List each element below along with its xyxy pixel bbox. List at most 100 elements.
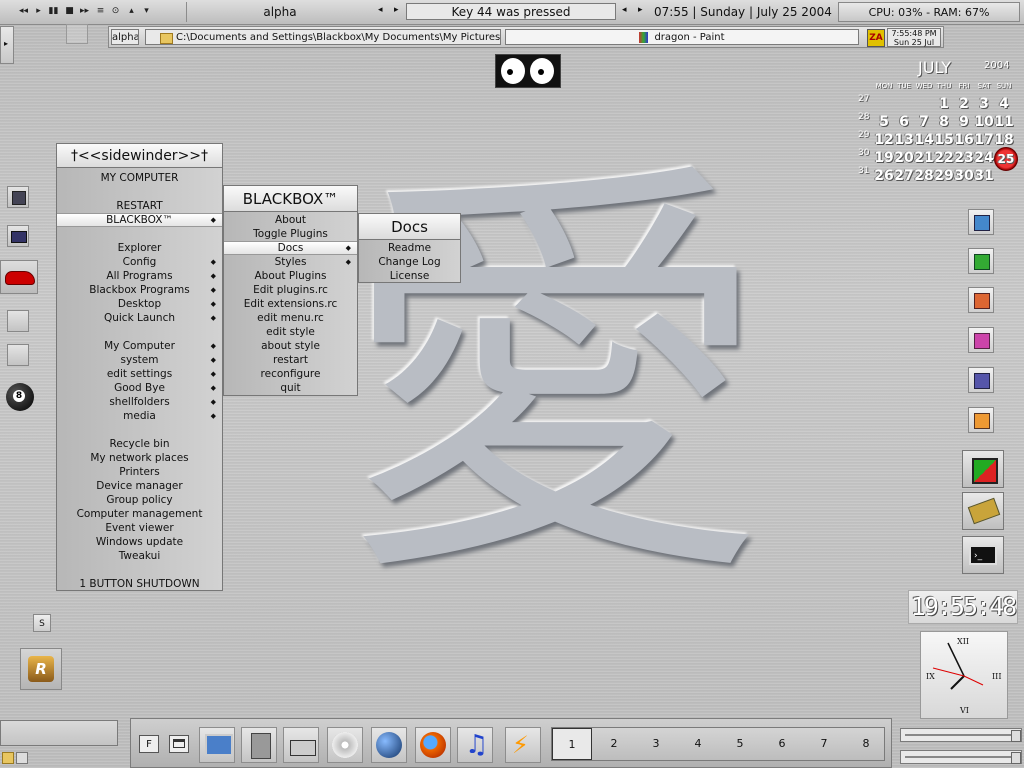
calendar-day[interactable]: 2 [954,96,974,112]
menu-item[interactable]: All Programs ◆ [57,269,222,283]
media-control-button[interactable]: ▸▸ [79,5,90,17]
menu-item[interactable]: Explorer [57,241,222,255]
tray-folder-icon[interactable] [2,752,14,764]
calendar-day[interactable]: 23 [954,150,974,166]
menu-item[interactable]: Good Bye ◆ [57,381,222,395]
calendar-day[interactable]: 21 [914,150,934,166]
empty-launcher-slot[interactable] [7,310,29,332]
media-control-button[interactable]: ⊙ [110,5,121,17]
calendar-day[interactable]: 1 [934,96,954,112]
menu-item[interactable]: Docs ◆ [224,241,357,255]
menu-item[interactable]: edit settings ◆ [57,367,222,381]
app-shortcut-icon[interactable] [968,327,994,353]
calendar-day[interactable]: 4 [994,96,1014,112]
workspace-5[interactable]: 5 [730,737,750,750]
menu-item[interactable]: Edit plugins.rc [224,283,357,297]
menu-item[interactable]: Edit extensions.rc [224,297,357,311]
app-shortcut-icon[interactable] [968,248,994,274]
menu-item[interactable]: reconfigure [224,367,357,381]
menu-item[interactable]: about style [224,339,357,353]
menu-item[interactable]: edit menu.rc [224,311,357,325]
workspace-3[interactable]: 3 [646,737,666,750]
menu-item[interactable]: Recycle bin [57,437,222,451]
menu-item[interactable]: MY COMPUTER [57,171,222,185]
app-shortcut-icon[interactable] [968,287,994,313]
calendar-day[interactable]: 5 [874,114,894,130]
calendar-day[interactable]: 28 [914,168,934,184]
workspace-6[interactable]: 6 [772,737,792,750]
app-shortcut-icon[interactable] [968,367,994,393]
cd-icon[interactable] [327,727,363,763]
task-next-button[interactable]: ▸ [638,5,643,15]
music-note-icon[interactable]: ♫ [457,727,493,763]
menu-item[interactable]: Event viewer [57,521,222,535]
my-computer-icon[interactable] [199,727,235,763]
menu-item[interactable]: Tweakui [57,549,222,563]
calendar-day[interactable]: 19 [874,150,894,166]
calendar-day[interactable]: 18 [994,132,1014,148]
menu-item[interactable]: Desktop ◆ [57,297,222,311]
task-paint-window[interactable]: dragon - Paint [505,29,859,45]
tray-clock[interactable]: 7:55:48 PM Sun 25 Jul [887,28,941,47]
workspace-next-button[interactable]: ▸ [394,5,399,15]
calendar-day[interactable]: 9 [954,114,974,130]
dock-f-button[interactable]: F [139,735,159,753]
menu-item[interactable]: My Computer ◆ [57,339,222,353]
calendar-day[interactable]: 30 [954,168,974,184]
menu-item[interactable]: About [224,213,357,227]
workspace-name[interactable]: alpha [190,3,370,21]
calendar-day[interactable]: 22 [934,150,954,166]
menu-item[interactable]: Group policy [57,493,222,507]
calendar-day[interactable]: 3 [974,96,994,112]
scanner-icon[interactable] [283,727,319,763]
calendar-day[interactable]: 6 [894,114,914,130]
save-icon[interactable] [7,186,29,208]
menu-item[interactable]: Printers [57,465,222,479]
workspace-prev-button[interactable]: ◂ [378,5,383,15]
terminal-icon[interactable]: ›_ [962,536,1004,574]
menu-item[interactable]: About Plugins [224,269,357,283]
calendar-day[interactable]: 11 [994,114,1014,130]
workspace-2[interactable]: 2 [604,737,624,750]
menu-item[interactable]: Readme [359,241,460,255]
firefox-icon[interactable] [415,727,451,763]
app-shortcut-icon[interactable] [968,407,994,433]
blackbox-submenu-title[interactable]: BLACKBOX™ [223,185,358,212]
menu-item[interactable]: Blackbox Programs ◆ [57,283,222,297]
empty-launcher-slot[interactable] [7,344,29,366]
task-explorer-folder[interactable]: C:\Documents and Settings\Blackbox\My Do… [145,29,501,45]
menu-item[interactable]: shellfolders ◆ [57,395,222,409]
menu-item[interactable]: Windows update [57,535,222,549]
media-control-button[interactable]: ≡ [95,5,106,17]
calendar-day[interactable]: 16 [954,132,974,148]
workspace-7[interactable]: 7 [814,737,834,750]
zonealarm-icon[interactable]: ZA [867,29,885,47]
media-control-button[interactable]: ■ [64,5,75,17]
menu-item[interactable]: License [359,269,460,283]
calendar-day[interactable]: 10 [974,114,994,130]
app-shortcut-icon[interactable] [968,209,994,235]
media-control-button[interactable]: ▸ [33,5,44,17]
menu-item[interactable]: Quick Launch ◆ [57,311,222,325]
menu-item[interactable]: 1 BUTTON SHUTDOWN [57,577,222,591]
menu-item[interactable]: RESTART [57,199,222,213]
calendar-day[interactable]: 24 [974,150,994,166]
globe-icon[interactable] [371,727,407,763]
slit-toggle-tab[interactable]: ▸ [0,26,14,64]
calendar-day[interactable]: 13 [894,132,914,148]
calendar-day[interactable]: 26 [874,168,894,184]
hardware-card-icon[interactable] [962,492,1004,530]
calendar-day[interactable]: 8 [934,114,954,130]
workspace-4[interactable]: 4 [688,737,708,750]
calendar-day[interactable]: 15 [934,132,954,148]
calendar-day[interactable]: 20 [894,150,914,166]
menu-item[interactable]: media ◆ [57,409,222,423]
menu-item[interactable]: quit [224,381,357,395]
media-control-button[interactable]: ▴ [126,5,137,17]
drive-icon[interactable] [241,727,277,763]
media-control-button[interactable]: ▾ [141,5,152,17]
show-desktop-icon[interactable] [169,735,189,753]
menu-item[interactable]: Computer management [57,507,222,521]
menu-item[interactable]: Device manager [57,479,222,493]
media-control-button[interactable]: ▮▮ [48,5,59,17]
